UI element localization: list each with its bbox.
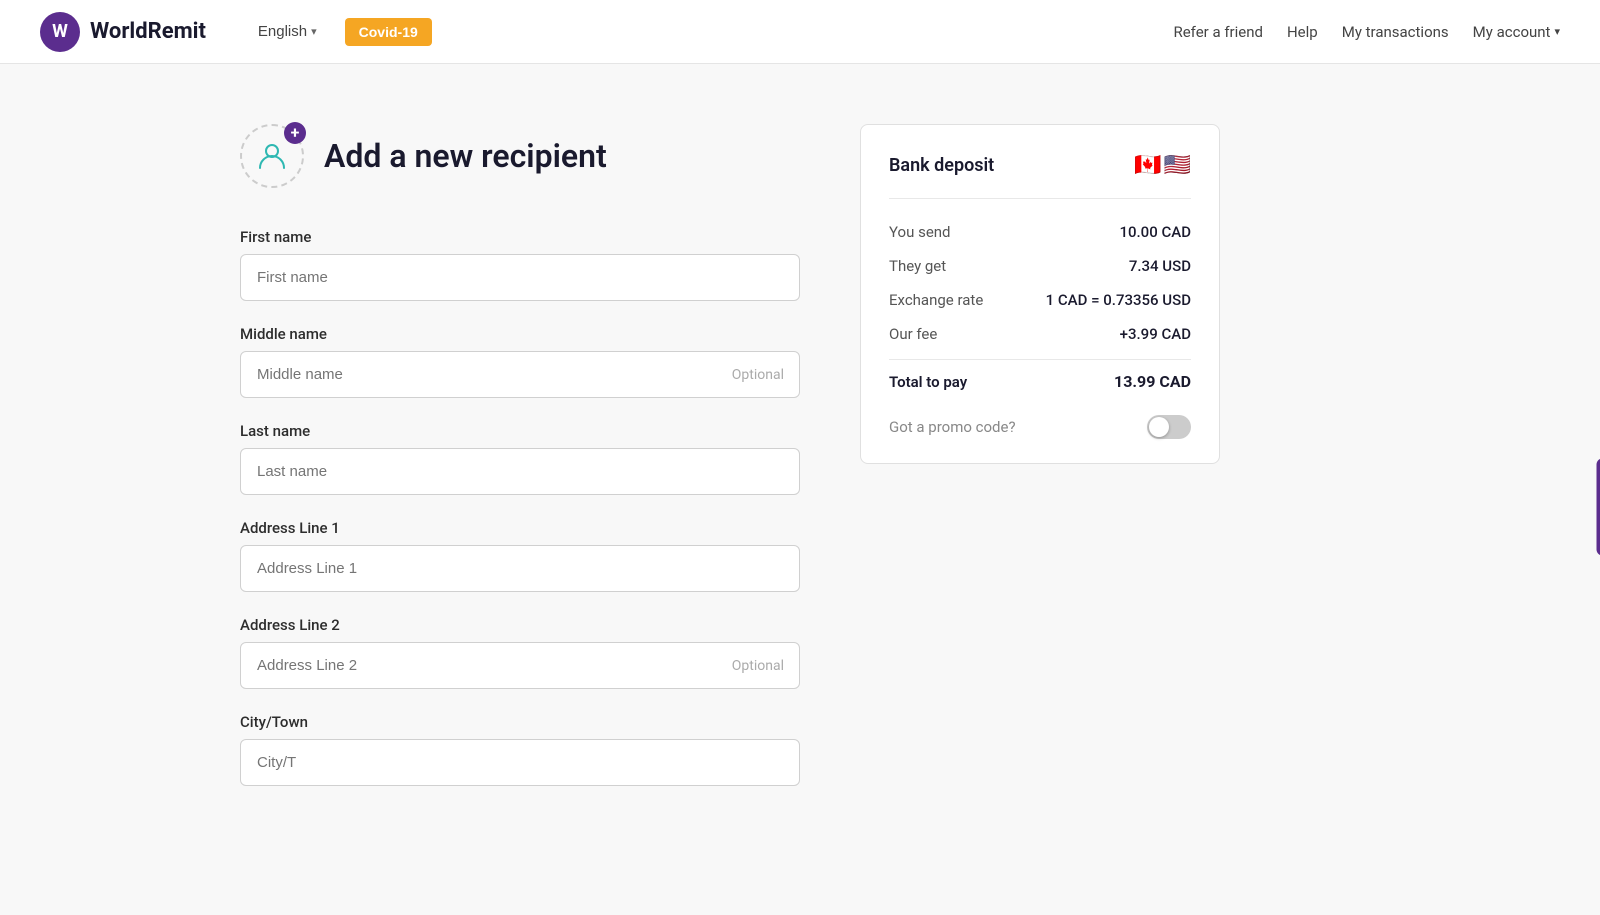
header: W WorldRemit English ▾ Covid-19 Refer a …	[0, 0, 1600, 64]
recipient-icon: +	[240, 124, 304, 188]
refer-link[interactable]: Refer a friend	[1173, 23, 1263, 41]
logo-text: WorldRemit	[90, 19, 206, 44]
address1-group: Address Line 1	[240, 519, 800, 592]
address2-label: Address Line 2	[240, 616, 800, 634]
account-label: My account	[1473, 23, 1551, 41]
address2-input-wrapper: Optional	[240, 642, 800, 689]
they-get-label: They get	[889, 257, 946, 275]
total-row: Total to pay 13.99 CAD	[889, 359, 1191, 399]
city-input-wrapper	[240, 739, 800, 786]
help-link[interactable]: Help	[1287, 23, 1318, 41]
page-header: + Add a new recipient	[240, 124, 800, 188]
page-title: Add a new recipient	[324, 137, 607, 175]
first-name-group: First name	[240, 228, 800, 301]
add-icon: +	[284, 122, 306, 144]
exchange-rate-value: 1 CAD = 0.73356 USD	[1046, 291, 1191, 309]
summary-title: Bank deposit	[889, 155, 994, 176]
first-name-input[interactable]	[240, 254, 800, 301]
exchange-rate-row: Exchange rate 1 CAD = 0.73356 USD	[889, 283, 1191, 317]
promo-label: Got a promo code?	[889, 418, 1016, 436]
city-input[interactable]	[240, 739, 800, 786]
address2-input[interactable]	[240, 642, 800, 689]
fee-row: Our fee +3.99 CAD	[889, 317, 1191, 351]
nav-area: English ▾ Covid-19 Refer a friend Help M…	[246, 17, 1560, 46]
you-send-label: You send	[889, 223, 951, 241]
flag-canada-icon: 🇨🇦	[1134, 153, 1161, 178]
exchange-rate-label: Exchange rate	[889, 291, 983, 309]
you-send-value: 10.00 CAD	[1119, 223, 1191, 241]
account-menu[interactable]: My account ▾	[1473, 23, 1560, 41]
last-name-label: Last name	[240, 422, 800, 440]
total-value: 13.99 CAD	[1114, 372, 1191, 391]
divider-1	[889, 198, 1191, 199]
last-name-input[interactable]	[240, 448, 800, 495]
total-label: Total to pay	[889, 373, 967, 391]
first-name-label: First name	[240, 228, 800, 246]
summary-card-header: Bank deposit 🇨🇦 🇺🇸	[889, 153, 1191, 178]
you-send-row: You send 10.00 CAD	[889, 215, 1191, 249]
first-name-input-wrapper	[240, 254, 800, 301]
address1-input[interactable]	[240, 545, 800, 592]
middle-name-input[interactable]	[240, 351, 800, 398]
middle-name-group: Middle name Optional	[240, 325, 800, 398]
transactions-link[interactable]: My transactions	[1342, 23, 1449, 41]
they-get-value: 7.34 USD	[1129, 257, 1191, 275]
summary-card: Bank deposit 🇨🇦 🇺🇸 You send 10.00 CAD Th…	[860, 124, 1220, 464]
last-name-input-wrapper	[240, 448, 800, 495]
main-content: + Add a new recipient First name Middle …	[200, 64, 1400, 850]
city-label: City/Town	[240, 713, 800, 731]
nav-links: Refer a friend Help My transactions My a…	[1173, 23, 1560, 41]
they-get-row: They get 7.34 USD	[889, 249, 1191, 283]
middle-name-label: Middle name	[240, 325, 800, 343]
address1-input-wrapper	[240, 545, 800, 592]
covid-button[interactable]: Covid-19	[345, 18, 432, 46]
flag-usa-icon: 🇺🇸	[1164, 153, 1191, 178]
address1-label: Address Line 1	[240, 519, 800, 537]
logo[interactable]: W WorldRemit	[40, 12, 206, 52]
promo-toggle[interactable]	[1147, 415, 1191, 439]
last-name-group: Last name	[240, 422, 800, 495]
logo-icon: W	[40, 12, 80, 52]
fee-label: Our fee	[889, 325, 937, 343]
language-label: English	[258, 23, 307, 40]
language-chevron-icon: ▾	[311, 25, 317, 38]
middle-name-input-wrapper: Optional	[240, 351, 800, 398]
language-selector[interactable]: English ▾	[246, 17, 329, 46]
fee-value: +3.99 CAD	[1120, 325, 1191, 343]
feedback-button[interactable]: Feedback	[1596, 458, 1600, 555]
form-section: + Add a new recipient First name Middle …	[240, 124, 800, 810]
city-group: City/Town	[240, 713, 800, 786]
recipient-svg-icon	[256, 140, 288, 172]
account-chevron-icon: ▾	[1554, 25, 1560, 38]
promo-row: Got a promo code?	[889, 399, 1191, 439]
flags-container: 🇨🇦 🇺🇸	[1134, 153, 1191, 178]
address2-group: Address Line 2 Optional	[240, 616, 800, 689]
